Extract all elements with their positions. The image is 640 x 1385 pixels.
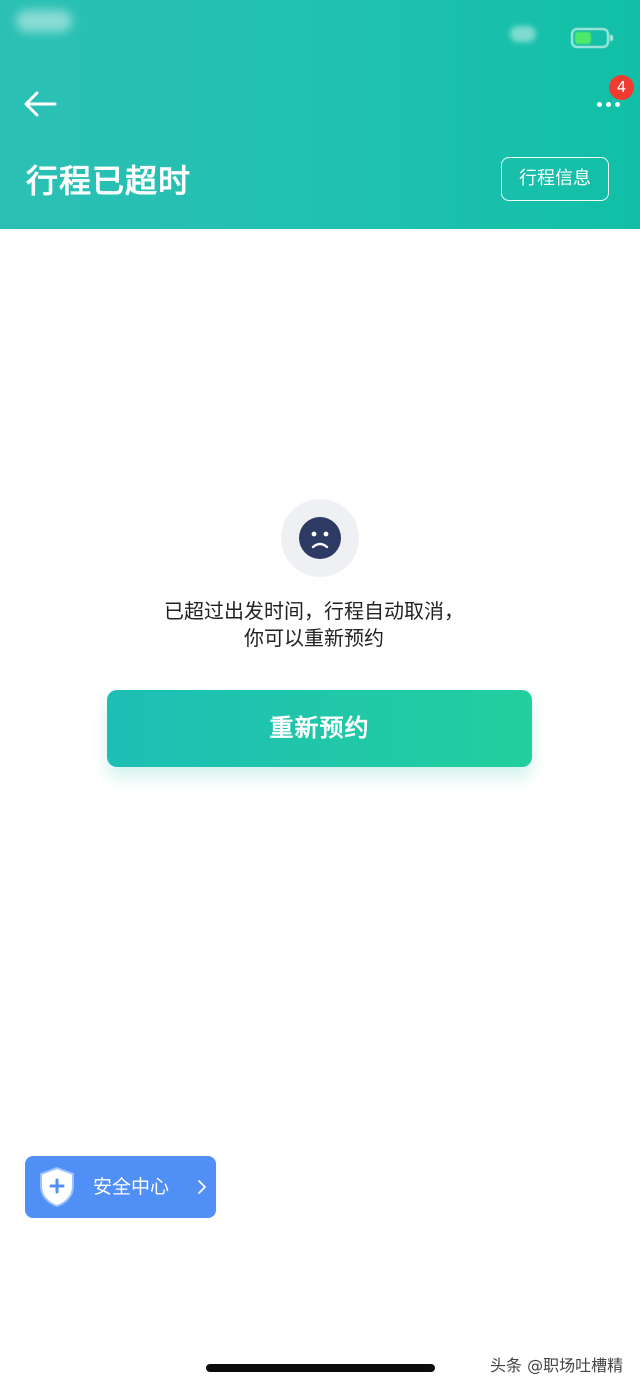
safety-center-button[interactable]: 安全中心 <box>25 1156 216 1218</box>
timeout-message: 已超过出发时间，行程自动取消， 你可以重新预约 <box>0 598 628 652</box>
status-illustration <box>281 499 359 577</box>
page-title: 行程已超时 <box>26 162 192 200</box>
status-bar <box>0 0 640 60</box>
shield-plus-icon <box>40 1166 74 1208</box>
more-dots-icon <box>596 101 620 107</box>
status-time-blurred <box>16 10 72 32</box>
message-line-1: 已超过出发时间，行程自动取消， <box>164 599 464 623</box>
header-bar: 4 行程已超时 行程信息 <box>0 0 640 229</box>
signal-icon <box>510 26 536 42</box>
sad-face-icon <box>299 517 341 559</box>
arrow-left-icon <box>24 91 57 117</box>
watermark: 头条 @职场吐槽精 <box>490 1356 624 1375</box>
battery-icon <box>571 28 613 48</box>
chevron-right-icon <box>198 1180 206 1194</box>
rebook-button[interactable]: 重新预约 <box>107 690 532 767</box>
safety-center-label: 安全中心 <box>93 1176 170 1198</box>
notification-badge: 4 <box>609 75 634 100</box>
home-indicator <box>206 1364 435 1372</box>
trip-info-button[interactable]: 行程信息 <box>501 157 609 201</box>
message-line-2: 你可以重新预约 <box>244 626 384 650</box>
back-button[interactable] <box>16 80 64 128</box>
